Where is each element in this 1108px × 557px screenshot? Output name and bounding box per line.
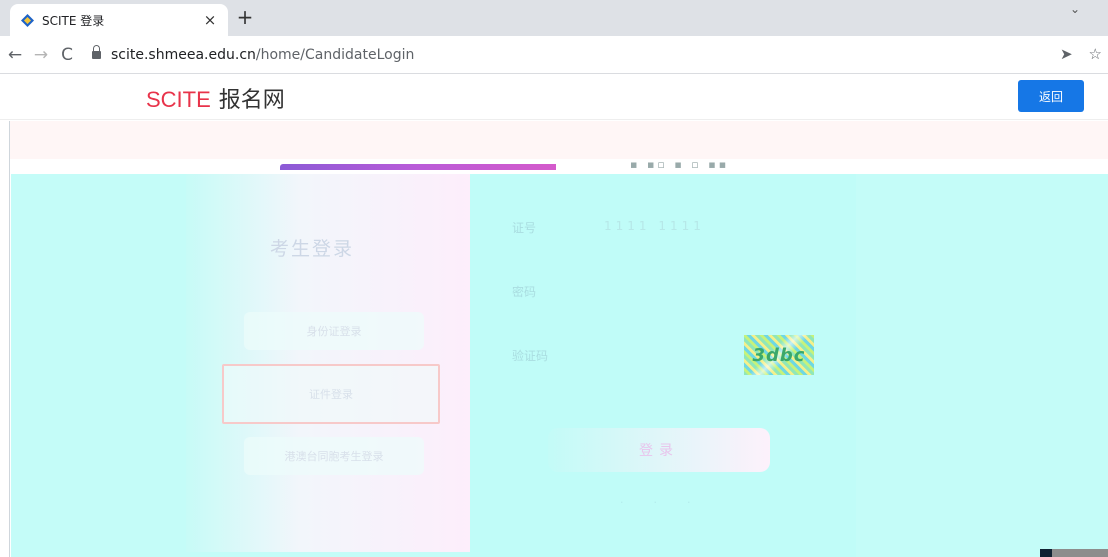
brand-cn: 报名网 xyxy=(218,88,285,113)
captcha-field-input[interactable] xyxy=(604,347,724,363)
login-type-panel xyxy=(186,174,470,552)
tab-close-icon[interactable]: × xyxy=(202,11,218,29)
browser-tab-bar: SCITE 登录 × + ⌄ xyxy=(0,0,1108,36)
share-icon[interactable]: ➤ xyxy=(1060,45,1073,63)
url-host: scite.shmeea.edu.cn xyxy=(111,46,256,63)
login-option-hk-macau-taiwan[interactable]: 港澳台同胞考生登录 xyxy=(244,437,424,475)
back-arrow-icon[interactable]: ← xyxy=(2,45,28,65)
lock-icon xyxy=(92,44,101,60)
password-field-label: 密码 xyxy=(512,285,537,299)
login-option-idcard[interactable]: 身份证登录 xyxy=(244,312,424,350)
password-field-input[interactable] xyxy=(604,283,784,299)
reload-icon[interactable]: C xyxy=(54,45,80,65)
login-option-certificate[interactable]: 证件登录 xyxy=(222,364,440,424)
tab-title: SCITE 登录 xyxy=(42,13,105,28)
progress-bar xyxy=(280,164,556,170)
site-brand[interactable]: SCITE 报名网 xyxy=(146,82,285,114)
new-tab-icon[interactable]: + xyxy=(234,5,256,29)
id-field-label: 证号 xyxy=(512,221,537,235)
login-title: 考生登录 xyxy=(270,238,355,260)
return-button[interactable]: 返回 xyxy=(1018,80,1084,112)
render-artifact: ▪ ▪▫ ▪ ▫ ▪▪ xyxy=(630,158,730,171)
id-field-input[interactable]: 1111 1111 xyxy=(604,219,705,233)
corner-widget xyxy=(1040,549,1108,557)
browser-tab[interactable]: SCITE 登录 × xyxy=(10,4,228,36)
captcha-field-label: 验证码 xyxy=(512,349,549,363)
render-artifact-footer: ··· xyxy=(620,496,721,509)
star-icon[interactable]: ☆ xyxy=(1089,45,1102,63)
site-header: SCITE 报名网 返回 xyxy=(0,74,1108,120)
captcha-image[interactable]: 3dbc xyxy=(744,335,814,375)
address-bar[interactable]: scite.shmeea.edu.cn /home/CandidateLogin xyxy=(92,44,415,63)
forward-arrow-icon[interactable]: → xyxy=(28,45,54,65)
browser-toolbar: ← → C scite.shmeea.edu.cn /home/Candidat… xyxy=(0,36,1108,74)
page-band xyxy=(10,121,1108,159)
progress-bar-track xyxy=(556,164,626,170)
url-path: /home/CandidateLogin xyxy=(255,46,415,63)
login-button[interactable]: 登录 xyxy=(548,428,770,472)
window-control-icon[interactable]: ⌄ xyxy=(1070,2,1080,16)
page-left-edge xyxy=(0,121,10,557)
site-favicon-icon xyxy=(20,13,35,28)
brand-latin: SCITE xyxy=(146,87,211,112)
